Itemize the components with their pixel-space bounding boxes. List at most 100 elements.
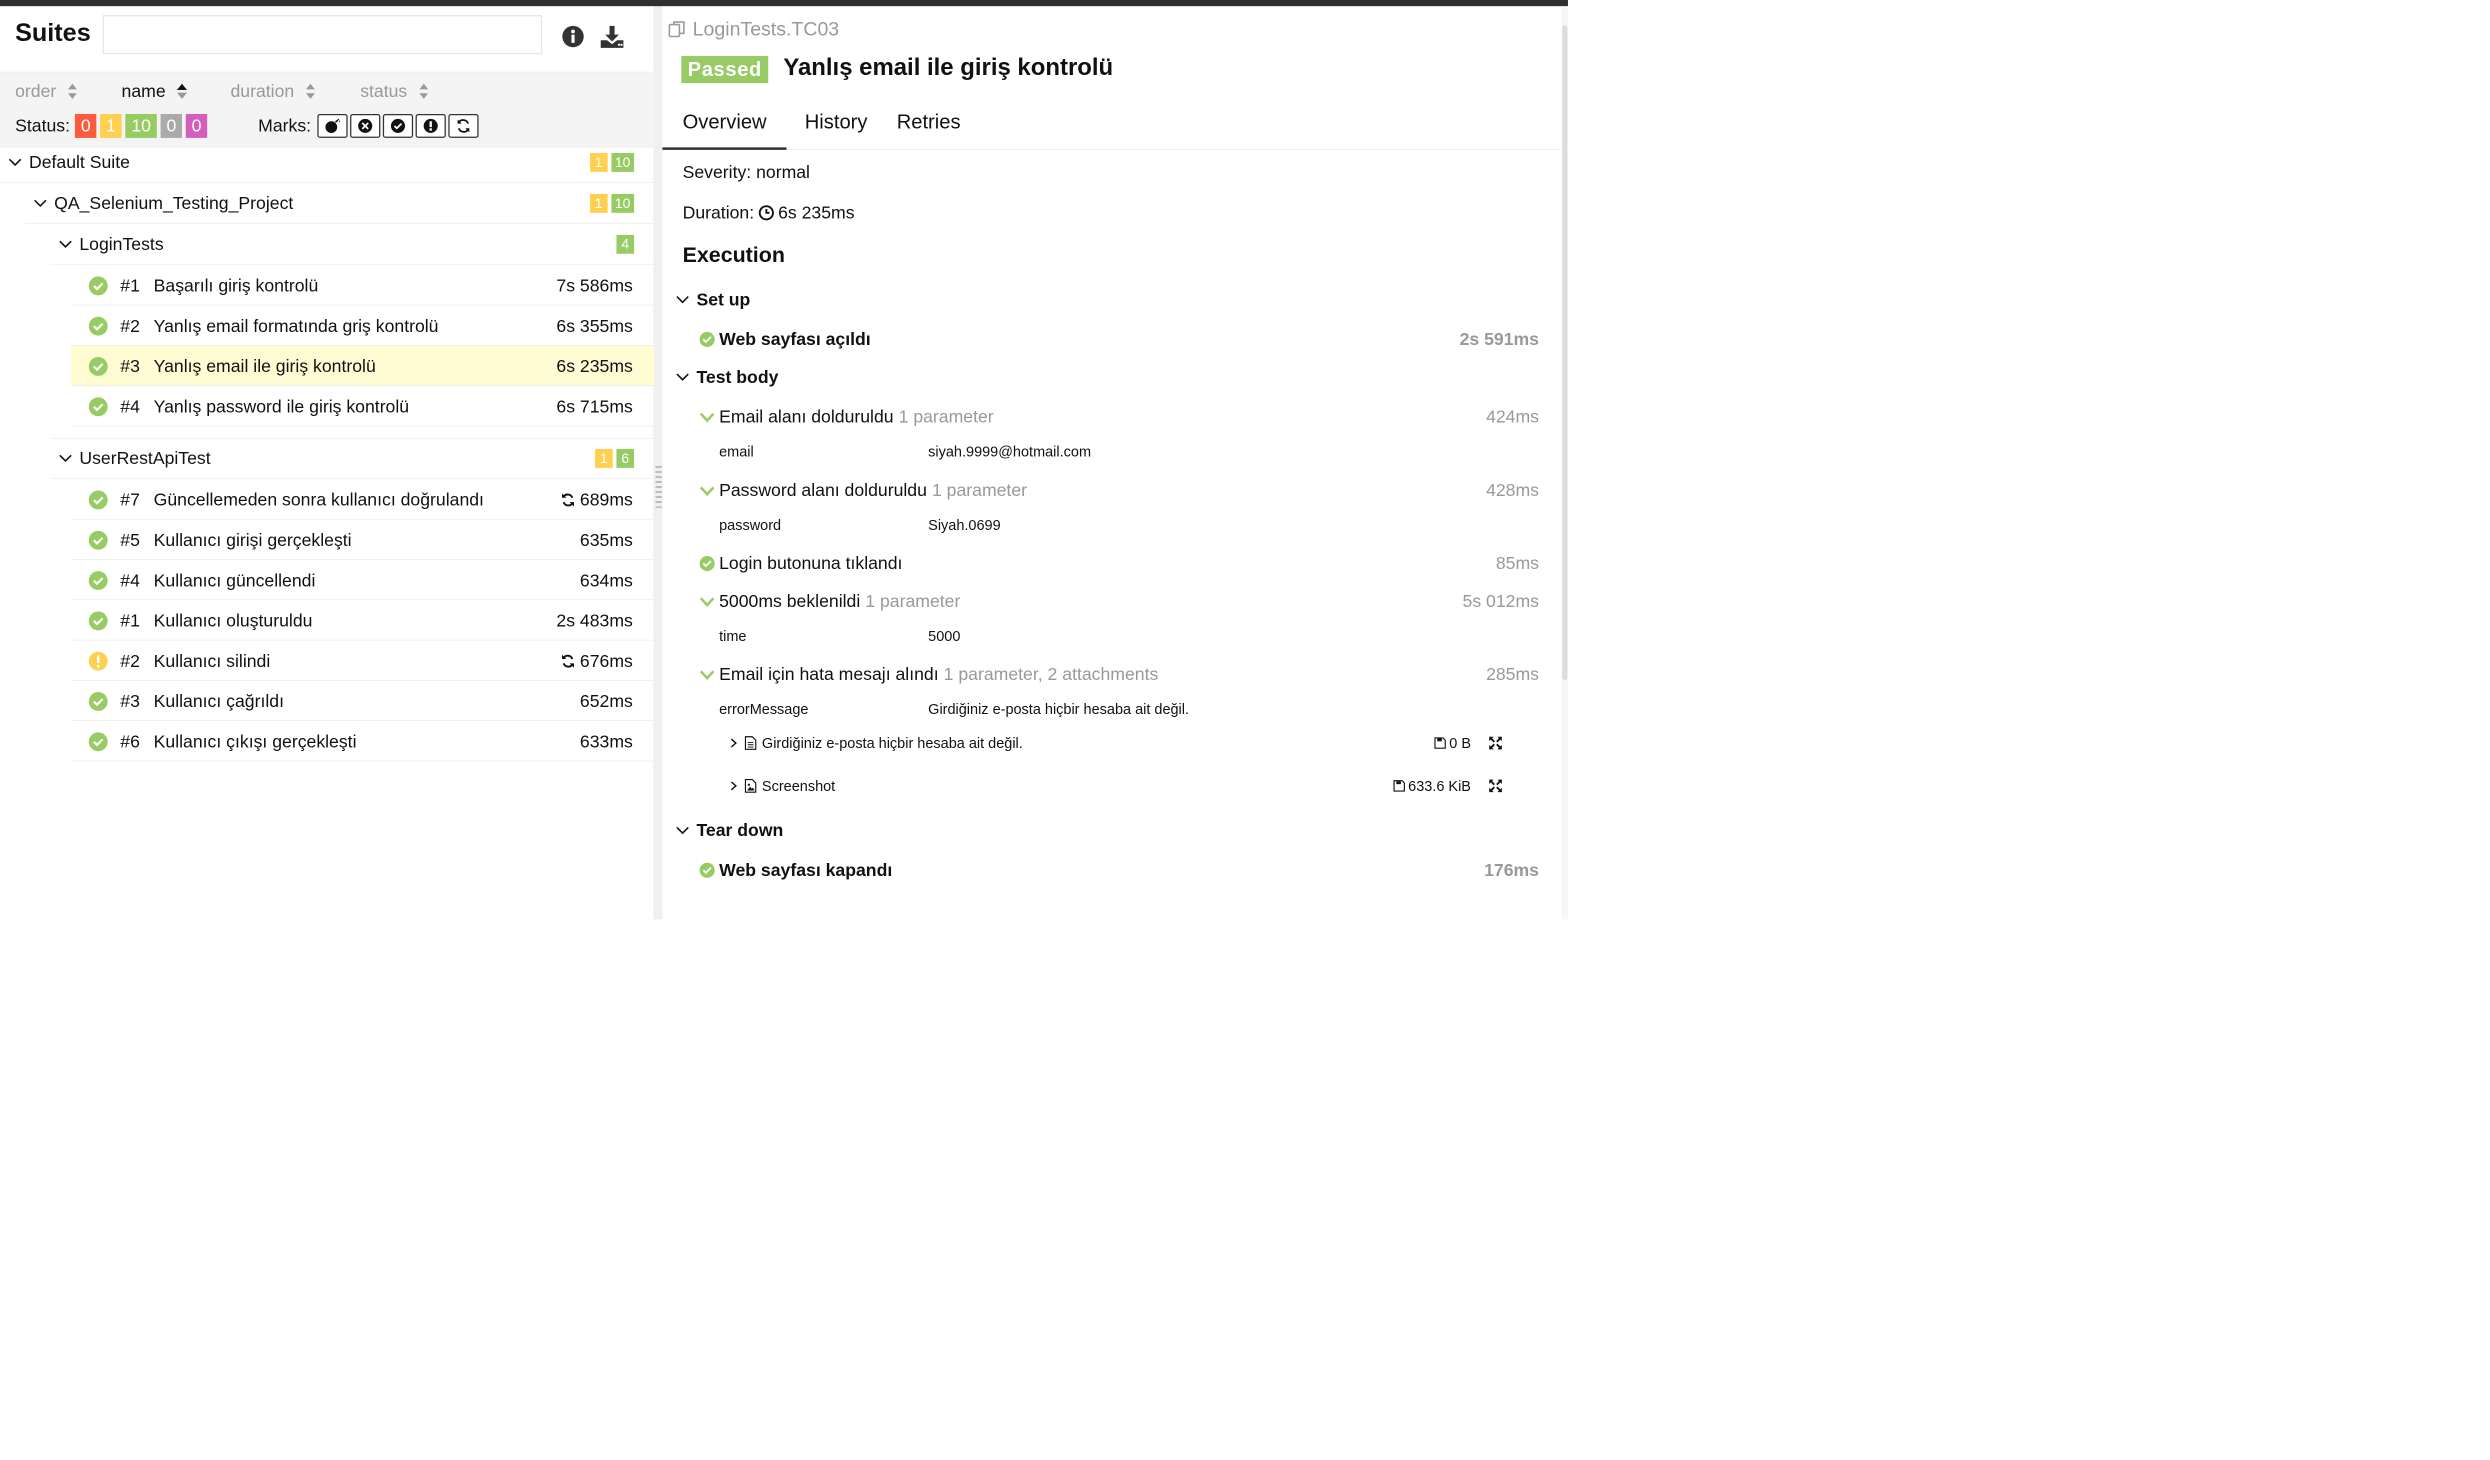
step-name: 5000ms beklenildi (719, 591, 861, 611)
attachment-row[interactable]: Screenshot 633.6 KiB (728, 773, 1503, 798)
test-duration: 634ms (580, 571, 633, 591)
status-failed-toggle[interactable]: 0 (75, 113, 97, 138)
suite-counts: 1 10 (589, 152, 635, 172)
suite-logintests[interactable]: LoginTests 4 (50, 224, 655, 265)
duration-value: 6s 235ms (556, 356, 633, 376)
step-row[interactable]: Password alanı dolduruldu 1 parameter 42… (699, 478, 1568, 503)
duration-value: 633ms (579, 731, 633, 752)
status-broken-toggle[interactable]: 1 (100, 113, 122, 138)
teardown-stage[interactable]: Tear down (675, 820, 783, 840)
duration-value: 635ms (579, 530, 633, 550)
test-number: #1 (120, 610, 140, 631)
test-row[interactable]: #6 Kullanıcı çıkışı gerçekleşti 633ms (71, 721, 655, 762)
broken-count: 1 (589, 193, 608, 213)
status-unknown-toggle[interactable]: 0 (185, 113, 208, 138)
broken-count: 1 (589, 152, 608, 172)
suite-project[interactable]: QA_Selenium_Testing_Project 1 10 (25, 183, 655, 224)
new-failed-icon[interactable] (350, 113, 381, 138)
status-passed-toggle[interactable]: 10 (125, 113, 157, 138)
new-passed-icon[interactable] (382, 113, 414, 138)
scrollbar-thumb[interactable] (1562, 25, 1568, 681)
test-row[interactable]: #4 Yanlış password ile giriş kontrolü 6s… (71, 386, 655, 427)
step-params: 1 parameter, 2 attachments (943, 664, 1159, 684)
param-name: errorMessage (719, 700, 809, 718)
attachment-row[interactable]: Girdiğiniz e-posta hiçbir hesaba ait değ… (728, 730, 1503, 755)
sort-order-label: order (15, 81, 57, 101)
attachment-name: Girdiğiniz e-posta hiçbir hesaba ait değ… (761, 734, 1023, 751)
test-row[interactable]: #7 Güncellemeden sonra kullanıcı doğrula… (71, 479, 655, 520)
passed-icon (88, 316, 108, 336)
passed-icon (88, 357, 108, 376)
flaky-bomb-icon[interactable] (317, 113, 348, 138)
duration-value: 2s 483ms (556, 610, 633, 631)
expand-icon[interactable] (1489, 779, 1503, 793)
test-row[interactable]: #3 Kullanıcı çağrıldı 652ms (71, 681, 655, 722)
test-row[interactable]: #1 Başarılı giriş kontrolü 7s 586ms (71, 265, 655, 306)
status-skipped-toggle[interactable]: 0 (160, 113, 183, 138)
test-number: #4 (120, 396, 140, 417)
step-row[interactable]: Web sayfası açıldı 2s 591ms (699, 327, 1568, 352)
tab-history[interactable]: History (785, 93, 888, 150)
suite-default[interactable]: Default Suite 1 10 (0, 142, 655, 183)
image-file-icon (744, 778, 757, 793)
duration-value: 689ms (579, 489, 633, 510)
chevron-down-icon (59, 454, 72, 463)
sort-status[interactable]: status (360, 81, 430, 101)
step-duration: 5s 012ms (1462, 591, 1539, 611)
step-row[interactable]: Login butonuna tıklandı 85ms (699, 551, 1568, 576)
scrollbar[interactable] (1561, 6, 1568, 920)
test-row[interactable]: #5 Kullanıcı girişi gerçekleşti 635ms (71, 520, 655, 560)
tab-retries[interactable]: Retries (877, 93, 981, 150)
step-params: 1 parameter (898, 406, 994, 427)
sort-name[interactable]: name (122, 81, 189, 101)
chevron-down-icon (699, 486, 715, 497)
test-name: Kullanıcı çıkışı gerçekleşti (153, 731, 357, 752)
test-duration: 6s 235ms (556, 356, 632, 376)
retries-icon[interactable] (448, 113, 479, 138)
expand-icon[interactable] (1489, 736, 1503, 750)
setup-stage[interactable]: Set up (675, 290, 750, 310)
chevron-down-icon (8, 158, 22, 166)
suite-userrestapitest[interactable]: UserRestApiTest 16 (50, 438, 655, 479)
step-name: Email için hata mesajı alındı (719, 664, 939, 684)
search-input[interactable] (102, 15, 543, 55)
suite-counts: 1 10 (589, 193, 635, 213)
param-value: Siyah.0699 (928, 516, 1001, 534)
step-name: Login butonuna tıklandı (719, 553, 903, 574)
sort-name-label: name (121, 81, 166, 101)
test-duration: 635ms (580, 530, 633, 550)
detail-tabs: Overview History Retries (662, 93, 1568, 150)
new-broken-icon[interactable] (415, 113, 446, 138)
download-icon[interactable] (599, 24, 624, 49)
test-body-stage[interactable]: Test body (675, 367, 778, 387)
test-row[interactable]: #4 Kullanıcı güncellendi 634ms (71, 560, 655, 601)
resize-handle[interactable] (655, 465, 662, 511)
duration-value: 634ms (579, 570, 633, 591)
copy-icon[interactable] (667, 20, 686, 39)
step-parameter: email siyah.9999@hotmail.com (719, 443, 1091, 460)
chevron-down-icon (699, 412, 715, 423)
test-row-selected[interactable]: #3 Yanlış email ile giriş kontrolü 6s 23… (71, 345, 655, 387)
suites-pane: Suites order name duration status Status… (0, 6, 655, 920)
step-duration: 424ms (1486, 406, 1539, 427)
step-row[interactable]: Web sayfası kapandı 176ms (699, 858, 1568, 883)
chevron-down-icon (699, 670, 715, 681)
status-filter: Status: 0 1 10 0 0 (15, 113, 211, 138)
test-row[interactable]: #2 Kullanıcı silindi 676ms (71, 640, 655, 681)
step-row[interactable]: Email alanı dolduruldu 1 parameter 424ms (699, 404, 1568, 429)
tab-overview[interactable]: Overview (662, 93, 787, 150)
step-parameter: password Siyah.0699 (719, 517, 1001, 534)
test-row[interactable]: #1 Kullanıcı oluşturuldu 2s 483ms (71, 600, 655, 641)
sort-duration[interactable]: duration (230, 81, 316, 101)
step-row[interactable]: 5000ms beklenildi 1 parameter 5s 012ms (699, 589, 1568, 614)
test-row[interactable]: #2 Yanlış email formatında griş kontrolü… (71, 305, 655, 346)
test-name: Yanlış email formatında griş kontrolü (153, 316, 439, 336)
sort-order[interactable]: order (15, 81, 79, 101)
duration-value: 6s 355ms (556, 316, 633, 336)
step-row[interactable]: Email için hata mesajı alındı 1 paramete… (699, 662, 1568, 687)
info-icon[interactable] (560, 24, 585, 49)
passed-count: 10 (611, 193, 635, 213)
test-full-name: LoginTests.TC03 (692, 17, 840, 40)
chevron-down-icon (676, 373, 689, 381)
pane-divider[interactable] (654, 6, 663, 920)
